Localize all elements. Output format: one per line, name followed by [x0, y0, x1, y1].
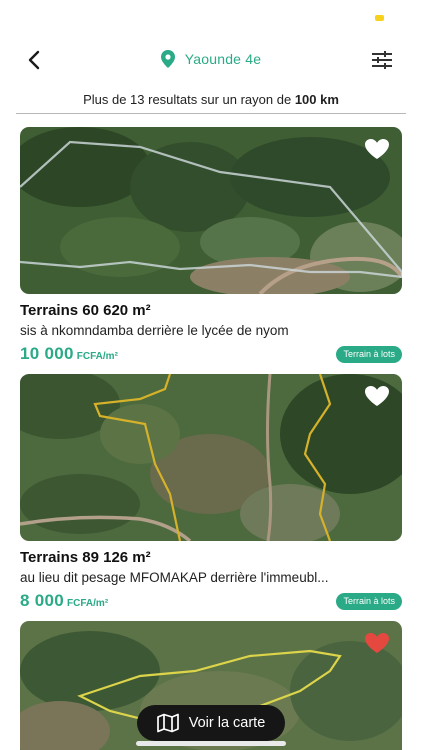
price-row: 10 000 FCFA/m² Terrain à lots: [20, 344, 402, 366]
heart-icon[interactable]: [364, 138, 390, 160]
top-bar: Yaounde 4e: [0, 40, 422, 80]
view-map-label: Voir la carte: [188, 715, 266, 731]
listing-title: Terrains 60 620 m²: [20, 302, 151, 319]
price-unit: FCFA/m²: [67, 598, 109, 609]
results-summary: Plus de 13 resultats sur un rayon de 100…: [16, 88, 406, 114]
price-row: 8 000 FCFA/m² Terrain à lots: [20, 591, 402, 613]
results-radius: 100 km: [294, 92, 339, 107]
heart-icon[interactable]: [364, 632, 390, 654]
listing-thumbnail[interactable]: [20, 374, 402, 541]
filter-sliders-icon: [372, 51, 392, 69]
category-badge[interactable]: Terrain à lots: [336, 346, 402, 363]
home-indicator: [136, 741, 286, 746]
listing-thumbnail[interactable]: [20, 127, 402, 294]
listing-card[interactable]: Terrains 89 126 m² au lieu dit pesage MF…: [20, 374, 402, 613]
map-icon: [156, 713, 179, 733]
category-badge[interactable]: Terrain à lots: [336, 593, 402, 610]
price-unit: FCFA/m²: [76, 351, 118, 362]
listing-price: 8 000: [20, 591, 65, 610]
listing-card[interactable]: Terrains 60 620 m² sis à nkomndamba derr…: [20, 127, 402, 366]
heart-icon[interactable]: [364, 385, 390, 407]
view-map-button[interactable]: Voir la carte: [137, 705, 285, 741]
listing-description: au lieu dit pesage MFOMAKAP derrière l'i…: [20, 570, 329, 585]
location-pin-icon: [160, 50, 175, 68]
satellite-map-image: [20, 374, 402, 541]
location-label: Yaounde 4e: [184, 51, 262, 67]
location-selector[interactable]: Yaounde 4e: [0, 50, 422, 68]
status-indicator: [375, 15, 384, 21]
satellite-map-image: [20, 127, 402, 294]
results-prefix: Plus de 13 resultats sur un rayon de: [83, 92, 292, 107]
listing-description: sis à nkomndamba derrière le lycée de ny…: [20, 323, 289, 338]
filter-button[interactable]: [370, 49, 394, 71]
listing-price: 10 000: [20, 344, 74, 363]
listing-title: Terrains 89 126 m²: [20, 549, 151, 566]
